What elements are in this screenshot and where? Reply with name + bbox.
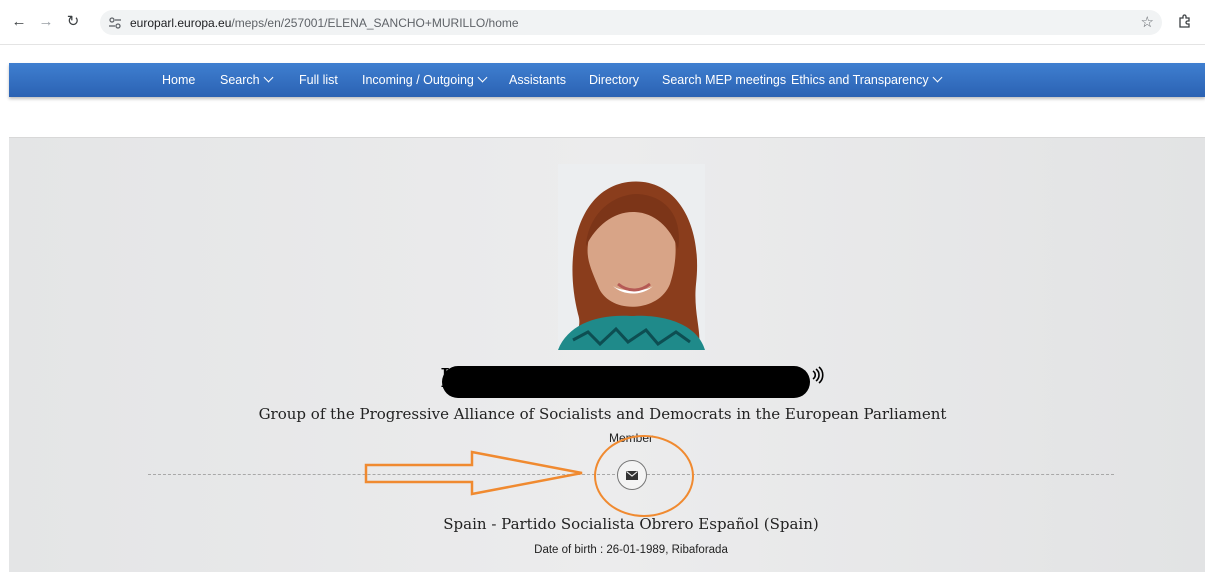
redacted-name xyxy=(442,366,810,398)
nav-ethics-transparency[interactable]: Ethics and Transparency xyxy=(791,63,943,97)
nav-home[interactable]: Home xyxy=(162,63,195,97)
nav-search-label: Search xyxy=(220,73,260,87)
main-navigation: Home Search Full list Incoming / Outgoin… xyxy=(9,63,1205,97)
nav-directory[interactable]: Directory xyxy=(589,63,639,97)
nav-search[interactable]: Search xyxy=(220,63,274,97)
chevron-down-icon xyxy=(477,72,488,83)
url-host: europarl.europa.eu xyxy=(130,15,232,30)
forward-arrow-icon[interactable]: → xyxy=(35,10,57,32)
reload-icon[interactable]: ↻ xyxy=(62,10,84,32)
nav-full-list-label: Full list xyxy=(299,73,338,87)
back-arrow-icon[interactable]: ← xyxy=(8,10,30,32)
nav-full-list[interactable]: Full list xyxy=(299,63,338,97)
political-group: Group of the Progressive Alliance of Soc… xyxy=(258,405,947,423)
star-icon[interactable]: ☆ xyxy=(1141,13,1154,31)
nav-incoming-outgoing[interactable]: Incoming / Outgoing xyxy=(362,63,488,97)
url-text: europarl.europa.eu/meps/en/257001/ELENA_… xyxy=(130,16,519,30)
date-of-birth: Date of birth : 26-01-1989, Ribaforada xyxy=(534,544,728,556)
nav-ethics-transparency-label: Ethics and Transparency xyxy=(791,73,929,87)
highlight-circle xyxy=(594,435,694,517)
member-role: Member xyxy=(608,431,653,445)
address-bar[interactable]: europarl.europa.eu/meps/en/257001/ELENA_… xyxy=(100,10,1162,35)
browser-toolbar: ← → ↻ europarl.europa.eu/meps/en/257001/… xyxy=(0,0,1205,45)
nav-directory-label: Directory xyxy=(589,73,640,87)
url-path: /meps/en/257001/ELENA_SANCHO+MURILLO/hom… xyxy=(231,15,519,30)
divider-right xyxy=(647,474,1114,475)
audio-icon[interactable] xyxy=(808,365,830,387)
annotation-arrow xyxy=(364,450,583,496)
nav-assistants-label: Assistants xyxy=(509,73,566,87)
chevron-down-icon xyxy=(932,72,943,83)
chevron-down-icon xyxy=(263,72,274,83)
puzzle-icon[interactable] xyxy=(1176,12,1194,30)
nav-assistants[interactable]: Assistants xyxy=(509,63,566,97)
mep-portrait xyxy=(558,164,705,350)
nav-search-mep-meetings[interactable]: Search MEP meetings xyxy=(662,63,786,97)
tune-icon[interactable] xyxy=(106,14,124,32)
country-party: Spain - Partido Socialista Obrero Españo… xyxy=(443,515,819,533)
nav-home-label: Home xyxy=(162,73,196,87)
nav-search-mep-meetings-label: Search MEP meetings xyxy=(662,73,787,87)
nav-incoming-outgoing-label: Incoming / Outgoing xyxy=(362,73,474,87)
